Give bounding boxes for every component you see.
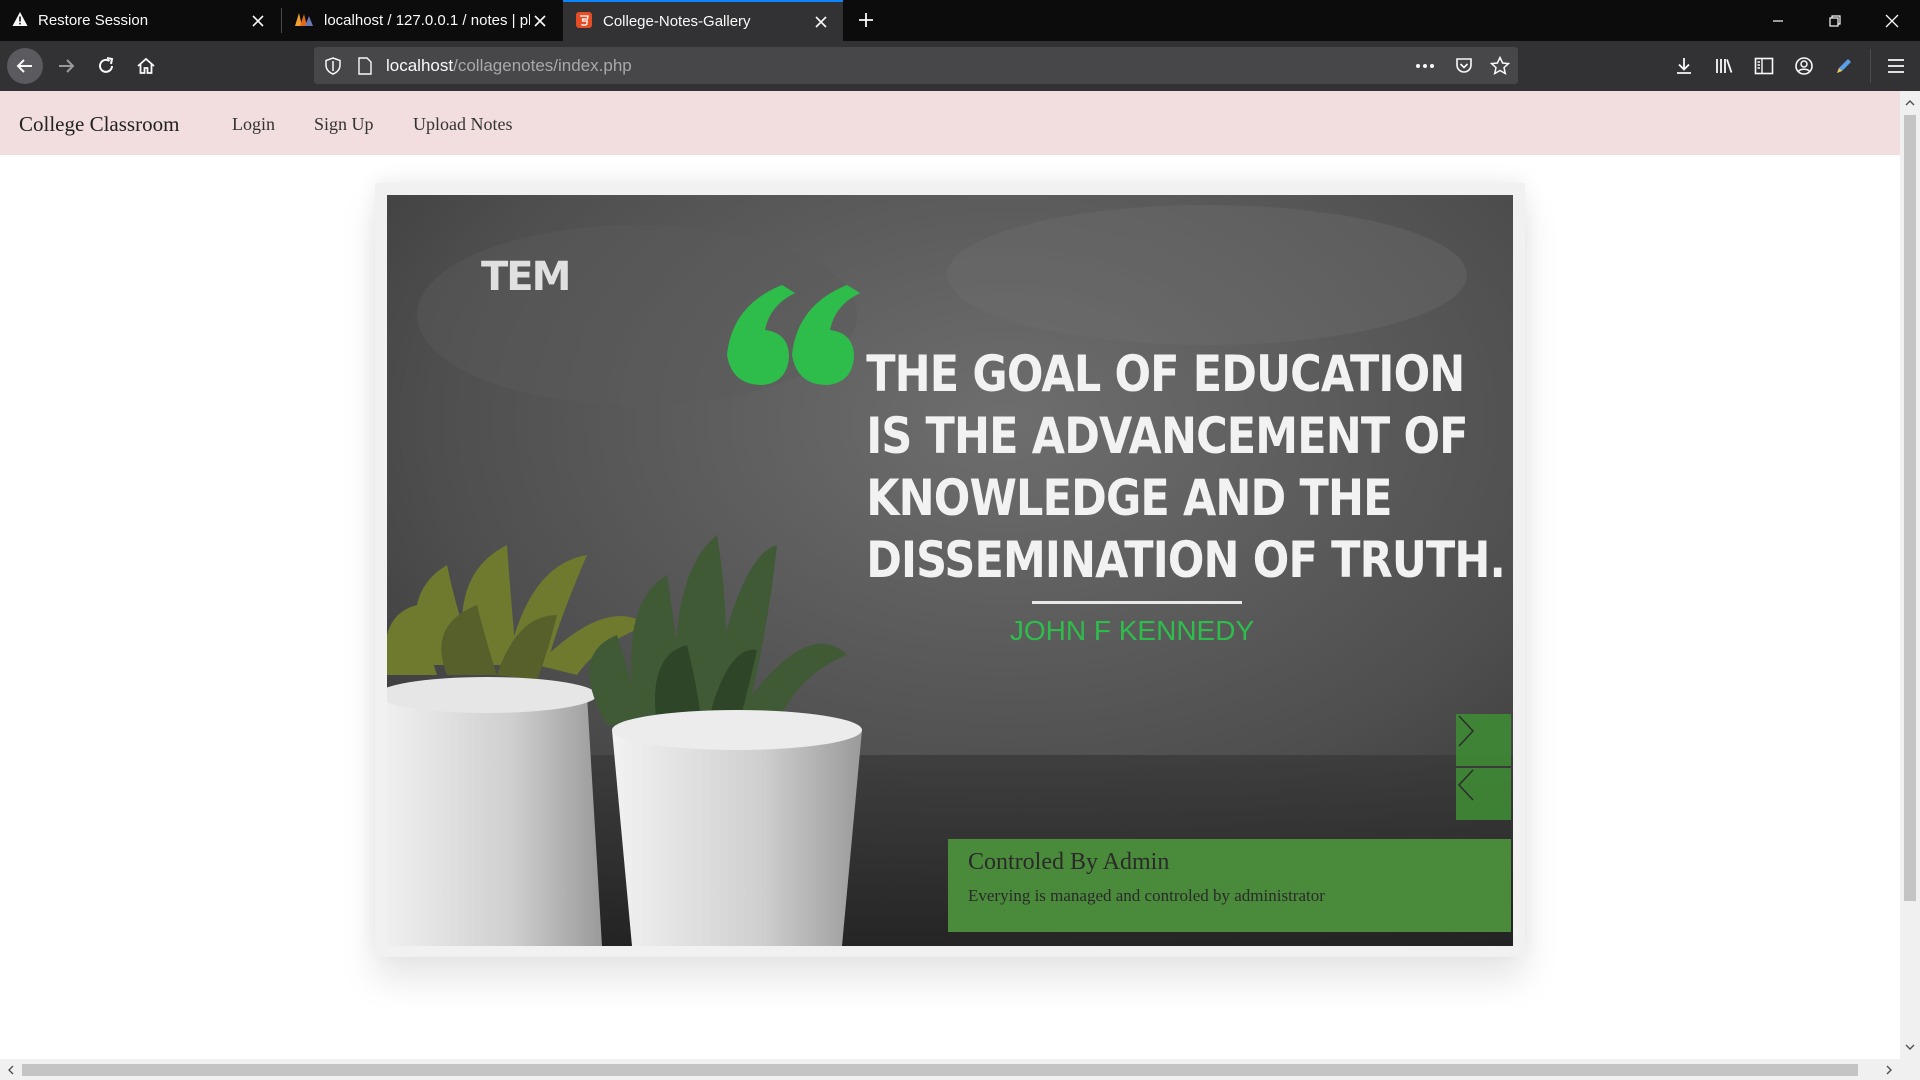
scroll-right-icon[interactable] <box>1881 1062 1897 1078</box>
nav-upload-notes-link[interactable]: Upload Notes <box>413 114 512 135</box>
edit-pen-icon[interactable] <box>1826 48 1862 84</box>
back-button[interactable] <box>7 48 43 84</box>
library-icon[interactable] <box>1706 48 1742 84</box>
page-icon[interactable] <box>352 53 378 79</box>
site-brand[interactable]: College Classroom <box>19 112 179 137</box>
next-slide-button[interactable] <box>1456 714 1511 766</box>
quote-line: DISSEMINATION OF TRUTH. <box>866 531 1506 589</box>
new-tab-button[interactable] <box>852 6 880 34</box>
url-host: localhost <box>386 56 454 75</box>
restore-button[interactable] <box>1807 0 1863 41</box>
minimize-button[interactable] <box>1750 0 1806 41</box>
author-divider <box>1032 601 1242 604</box>
url-text[interactable]: localhost/collagenotes/index.php <box>386 56 632 76</box>
caption-title: Controled By Admin <box>968 849 1170 875</box>
quote-line: IS THE ADVANCEMENT OF <box>866 407 1468 465</box>
site-navbar: College Classroom Login Sign Up Upload N… <box>0 91 1900 155</box>
scrollbar-corner <box>1900 1059 1920 1080</box>
vertical-scrollbar[interactable] <box>1900 91 1920 1059</box>
horizontal-scroll-thumb[interactable] <box>22 1064 1858 1076</box>
toolbar-separator <box>1870 49 1871 83</box>
navigation-toolbar: localhost/collagenotes/index.php <box>0 41 1920 91</box>
horizontal-scrollbar[interactable] <box>0 1059 1900 1080</box>
page-viewport: College Classroom Login Sign Up Upload N… <box>0 91 1900 1059</box>
sidebar-icon[interactable] <box>1746 48 1782 84</box>
nav-signup-link[interactable]: Sign Up <box>314 114 374 135</box>
tab-strip: Restore Session localhost / 127.0.0.1 / … <box>0 0 1920 41</box>
reload-button[interactable] <box>88 48 124 84</box>
tab-phpmyadmin[interactable]: localhost / 127.0.0.1 / notes | phpMyAdm… <box>282 0 562 41</box>
menu-icon[interactable] <box>1878 48 1914 84</box>
url-path: /collagenotes/index.php <box>453 56 632 75</box>
quote-line: KNOWLEDGE AND THE <box>866 469 1392 527</box>
tab-title: localhost / 127.0.0.1 / notes | phpMyAdm… <box>324 12 530 29</box>
close-icon[interactable] <box>248 11 268 31</box>
close-window-button[interactable] <box>1864 0 1920 41</box>
bookmark-star-icon[interactable] <box>1487 53 1513 79</box>
gallery-slide: TEM THE GOAL OF EDUCATION IS THE ADVANCE… <box>387 195 1513 946</box>
scroll-left-icon[interactable] <box>3 1062 19 1078</box>
url-bar[interactable]: localhost/collagenotes/index.php <box>314 47 1518 84</box>
html5-icon <box>575 11 593 33</box>
slide-caption: Controled By Admin Everying is managed a… <box>948 839 1511 932</box>
tab-title: Restore Session <box>38 12 149 29</box>
tab-title: College-Notes-Gallery <box>603 13 751 30</box>
nav-login-link[interactable]: Login <box>232 114 275 135</box>
tab-restore-session[interactable]: Restore Session <box>0 0 280 41</box>
tem-logo: TEM <box>481 254 571 300</box>
forward-button[interactable] <box>48 48 84 84</box>
quote-author: JOHN F KENNEDY <box>1009 615 1255 646</box>
home-button[interactable] <box>128 48 164 84</box>
close-icon[interactable] <box>530 11 550 31</box>
phpmyadmin-icon <box>294 11 314 31</box>
tab-college-notes-gallery[interactable]: College-Notes-Gallery <box>563 0 843 41</box>
account-icon[interactable] <box>1786 48 1822 84</box>
close-icon[interactable] <box>811 12 831 32</box>
pocket-icon[interactable] <box>1451 53 1477 79</box>
caption-text: Everying is managed and controled by adm… <box>968 886 1325 905</box>
shield-icon[interactable] <box>320 53 346 79</box>
previous-slide-button[interactable] <box>1456 768 1511 820</box>
quote-line: THE GOAL OF EDUCATION <box>866 345 1465 403</box>
gallery-frame: TEM THE GOAL OF EDUCATION IS THE ADVANCE… <box>375 183 1525 957</box>
scroll-down-icon[interactable] <box>1902 1039 1918 1055</box>
downloads-icon[interactable] <box>1666 48 1702 84</box>
more-actions-icon[interactable] <box>1412 53 1438 79</box>
warning-icon <box>12 11 28 31</box>
vertical-scroll-thumb[interactable] <box>1904 115 1916 901</box>
scroll-up-icon[interactable] <box>1902 95 1918 111</box>
